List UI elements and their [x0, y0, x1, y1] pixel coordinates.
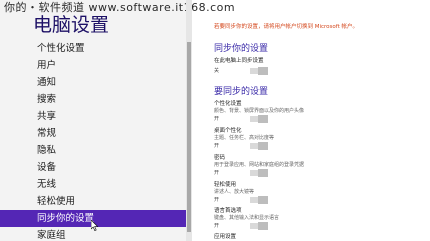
desktop-personalize-sync-desc: 主题、任务栏、高对比度等 [214, 135, 275, 141]
passwords-sync-toggle[interactable]: 开 [214, 169, 274, 177]
microsoft-account-notice: 若要同步你的设置，请将用户帐户切换到 Microsoft 帐户。 [214, 24, 359, 30]
sidebar-item-share[interactable]: 共享 [0, 108, 186, 125]
page-title: 电脑设置 [33, 14, 110, 36]
sidebar-item-wireless[interactable]: 无线 [0, 176, 186, 193]
toggle-knob [258, 115, 268, 123]
toggle-state-text: 开 [214, 223, 220, 229]
sidebar-item-personalize[interactable]: 个性化设置 [0, 40, 186, 57]
sidebar-item-privacy[interactable]: 隐私 [0, 142, 186, 159]
settings-sidebar: 电脑设置 你的・软件频道 www.software.it168.com 个性化设… [0, 0, 235, 241]
sidebar-item-users[interactable]: 用户 [0, 57, 186, 74]
desktop-personalize-sync-label: 桌面个性化 [214, 128, 242, 134]
ease-of-access-sync-desc: 讲述人、放大镜等 [214, 189, 255, 195]
sync-on-this-pc-toggle[interactable]: 关 [214, 67, 274, 75]
sidebar-item-search[interactable]: 搜索 [0, 91, 186, 108]
personalize-sync-label: 个性化设置 [214, 101, 242, 107]
ease-of-access-sync-label: 轻松使用 [214, 182, 237, 188]
passwords-sync-desc: 用于登录应用、网站和家庭组的登录凭据 [214, 162, 305, 168]
sidebar-item-ease-of-access[interactable]: 轻松使用 [0, 193, 186, 210]
personalize-sync-toggle[interactable]: 开 [214, 115, 274, 123]
toggle-knob [258, 169, 268, 177]
passwords-sync-label: 密码 [214, 155, 226, 161]
settings-to-sync-title: 要同步的设置 [214, 87, 269, 97]
toggle-knob [258, 222, 268, 230]
language-prefs-sync-label: 语言首选项 [214, 208, 242, 214]
sync-section-title: 同步你的设置 [214, 44, 269, 54]
toggle-knob [258, 196, 268, 204]
language-prefs-sync-desc: 键盘、其他输入法和显示语言 [214, 215, 280, 221]
desktop-personalize-sync-toggle[interactable]: 开 [214, 142, 274, 150]
ease-of-access-sync-toggle[interactable]: 开 [214, 196, 274, 204]
toggle-state-text: 开 [214, 116, 220, 122]
toggle-knob [258, 67, 268, 75]
toggle-state-text: 关 [214, 68, 220, 74]
toggle-state-text: 开 [214, 197, 220, 203]
toggle-state-text: 开 [214, 143, 220, 149]
watermark-text: 你的・软件频道 www.software.it168.com [4, 1, 236, 14]
mouse-cursor-icon [91, 220, 99, 231]
sidebar-item-notifications[interactable]: 通知 [0, 74, 186, 91]
language-prefs-sync-toggle[interactable]: 开 [214, 222, 274, 230]
toggle-state-text: 开 [214, 170, 220, 176]
personalize-sync-desc: 颜色、背景、锁屏界面以及你的用户头像 [214, 108, 305, 114]
sidebar-scrollbar-thumb[interactable] [187, 42, 191, 232]
app-settings-sync-label: 应用设置 [214, 234, 237, 240]
toggle-knob [258, 142, 268, 150]
pc-settings-window: 电脑设置 你的・软件频道 www.software.it168.com 个性化设… [0, 0, 430, 241]
sync-on-this-pc-label: 在此电脑上同步设置 [214, 58, 264, 64]
sidebar-item-devices[interactable]: 设备 [0, 159, 186, 176]
sidebar-item-general[interactable]: 常规 [0, 125, 186, 142]
